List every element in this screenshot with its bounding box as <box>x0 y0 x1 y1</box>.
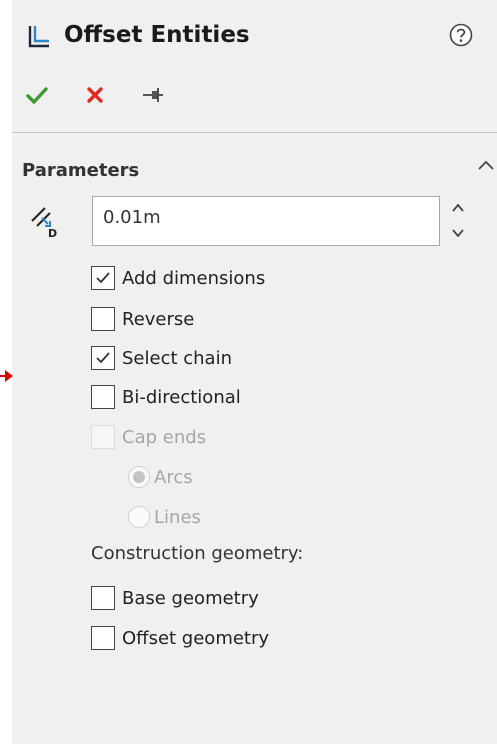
add-dimensions-checkbox[interactable]: Add dimensions <box>91 264 265 292</box>
lines-radio[interactable]: Lines <box>128 503 201 531</box>
radio-selected-dot <box>133 471 145 483</box>
checkbox-box[interactable] <box>91 425 115 449</box>
arcs-radio[interactable]: Arcs <box>128 463 193 491</box>
ok-button[interactable] <box>24 82 50 108</box>
radio-label: Arcs <box>154 466 193 488</box>
cap-ends-checkbox[interactable]: Cap ends <box>91 423 206 451</box>
pushpin-button[interactable] <box>140 82 166 108</box>
radio-button[interactable] <box>128 466 150 488</box>
select-chain-checkbox[interactable]: Select chain <box>91 344 232 372</box>
cancel-button[interactable] <box>82 82 108 108</box>
offset-entities-icon <box>28 26 49 48</box>
check-icon <box>96 272 110 284</box>
chevron-up-icon[interactable] <box>476 156 496 174</box>
annotation-arrow-icon <box>0 370 13 382</box>
checkbox-label: Bi-directional <box>122 386 241 408</box>
radio-button[interactable] <box>128 506 150 528</box>
page-title: Offset Entities <box>64 22 250 48</box>
checkbox-box[interactable] <box>91 346 115 370</box>
checkbox-label: Base geometry <box>122 587 259 609</box>
header-divider <box>12 132 497 133</box>
spin-up-icon[interactable] <box>448 197 468 219</box>
parameters-section-title: Parameters <box>22 160 140 181</box>
checkbox-box[interactable] <box>91 586 115 610</box>
checkbox-box[interactable] <box>91 385 115 409</box>
offset-distance-icon: D <box>31 207 57 238</box>
checkbox-label: Reverse <box>122 308 195 330</box>
reverse-checkbox[interactable]: Reverse <box>91 305 194 333</box>
help-icon[interactable] <box>448 22 474 48</box>
radio-label: Lines <box>154 506 201 528</box>
svg-text:D: D <box>48 227 57 238</box>
checkbox-box[interactable] <box>91 307 115 331</box>
checkbox-box[interactable] <box>91 266 115 290</box>
offset-geometry-checkbox[interactable]: Offset geometry <box>91 624 269 652</box>
checkbox-box[interactable] <box>91 626 115 650</box>
construction-geometry-label: Construction geometry: <box>91 543 304 564</box>
check-icon <box>96 352 110 364</box>
checkbox-label: Add dimensions <box>122 267 266 289</box>
checkbox-label: Select chain <box>122 347 232 369</box>
offset-distance-input[interactable]: 0.01m <box>92 196 440 246</box>
checkbox-label: Cap ends <box>122 426 207 448</box>
base-geometry-checkbox[interactable]: Base geometry <box>91 584 259 612</box>
checkbox-label: Offset geometry <box>122 627 270 649</box>
spin-down-icon[interactable] <box>448 222 468 244</box>
bi-directional-checkbox[interactable]: Bi-directional <box>91 383 241 411</box>
